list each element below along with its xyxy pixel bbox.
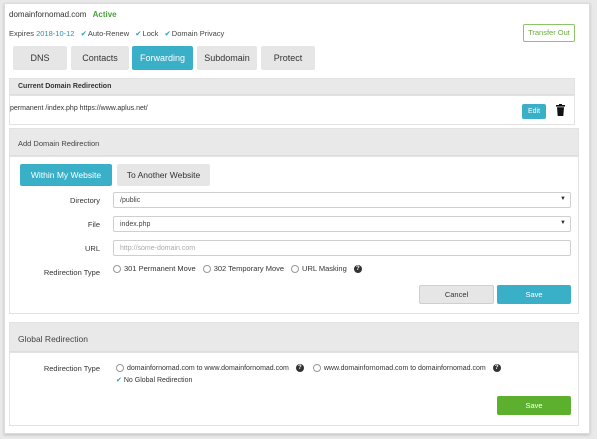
check-icon: ✔ — [116, 377, 122, 384]
help-icon[interactable]: ? — [353, 264, 362, 273]
no-global-redirection-label: No Global Redirection — [123, 377, 193, 384]
directory-value: /public — [120, 197, 141, 204]
file-select[interactable]: index.php ▼ — [113, 216, 571, 232]
redirection-type-label: Redirection Type — [43, 268, 100, 277]
status-badge: Active — [92, 10, 117, 19]
radio-url-masking-label: URL Masking — [302, 264, 347, 273]
caret-down-icon: ▼ — [560, 220, 566, 226]
help-icon[interactable]: ? — [295, 364, 304, 372]
url-placeholder: http://some-domain.com — [120, 245, 196, 252]
edit-button[interactable]: Edit — [522, 104, 546, 119]
radio-302[interactable]: 302 Temporary Move — [202, 264, 285, 273]
current-redirection-header: Current Domain Redirection — [9, 78, 575, 95]
cancel-button[interactable]: Cancel — [419, 285, 494, 304]
help-icon[interactable]: ? — [492, 364, 501, 372]
domain-name: domainfornomad.com — [9, 10, 87, 19]
tab-forwarding[interactable]: Forwarding — [132, 46, 193, 70]
radio-circle[interactable] — [113, 264, 121, 273]
check-icon: ✔ — [80, 29, 87, 38]
domain-header: domainfornomad.com Active — [9, 10, 117, 19]
check-icon: ✔ — [135, 29, 142, 38]
expires-date: 2018-10-12 — [36, 29, 75, 38]
radio-301[interactable]: 301 Permanent Move — [113, 264, 196, 273]
global-save-button[interactable]: Save — [497, 396, 571, 415]
caret-down-icon: ▼ — [560, 196, 566, 202]
radio-circle[interactable] — [312, 364, 321, 372]
url-label: URL — [84, 244, 100, 253]
tab-contacts[interactable]: Contacts — [71, 46, 129, 70]
trash-icon[interactable] — [556, 104, 565, 116]
radio-301-label: 301 Permanent Move — [124, 264, 196, 273]
check-icon: ✔ — [164, 29, 171, 38]
radio-to-non-www[interactable]: www.domainfornomad.com to domainfornomad… — [312, 364, 486, 372]
radio-url-masking[interactable]: URL Masking — [291, 264, 347, 273]
radio-circle[interactable] — [116, 364, 124, 372]
auto-renew-label: Auto-Renew — [87, 29, 130, 38]
global-redirection-header: Global Redirection — [9, 322, 579, 352]
tab-subdomain[interactable]: Subdomain — [197, 46, 257, 70]
redirection-type-options: 301 Permanent Move 302 Temporary Move UR… — [113, 264, 362, 273]
add-redirection-header: Add Domain Redirection — [9, 128, 579, 156]
save-button[interactable]: Save — [497, 285, 571, 304]
tab-dns[interactable]: DNS — [13, 46, 67, 70]
file-value: index.php — [120, 221, 151, 228]
url-input[interactable]: http://some-domain.com — [113, 240, 571, 256]
global-options: domainfornomad.com to www.domainfornomad… — [116, 364, 501, 372]
tab-within-my-website[interactable]: Within My Website — [20, 164, 112, 186]
radio-to-www-label: domainfornomad.com to www.domainfornomad… — [127, 364, 289, 372]
radio-to-non-www-label: www.domainfornomad.com to domainfornomad… — [323, 364, 486, 372]
privacy-label: Domain Privacy — [171, 29, 225, 38]
radio-to-www[interactable]: domainfornomad.com to www.domainfornomad… — [116, 364, 289, 372]
tab-to-another-website[interactable]: To Another Website — [117, 164, 210, 186]
lock-label: Lock — [142, 29, 159, 38]
tab-protect[interactable]: Protect — [261, 46, 315, 70]
transfer-out-button[interactable]: Transfer Out — [523, 24, 575, 42]
current-redirection-entry: permanent /index.php https://www.aplus.n… — [10, 105, 148, 112]
expires-label: Expires — [9, 29, 35, 38]
radio-circle[interactable] — [291, 264, 300, 273]
radio-circle[interactable] — [202, 264, 211, 273]
radio-302-label: 302 Temporary Move — [213, 264, 285, 273]
domain-meta: Expires 2018-10-12 ✔Auto-Renew ✔Lock ✔Do… — [9, 29, 224, 38]
global-selected[interactable]: ✔ No Global Redirection — [116, 376, 192, 384]
global-type-label: Redirection Type — [43, 364, 100, 373]
directory-select[interactable]: /public ▼ — [113, 192, 571, 208]
file-label: File — [87, 220, 100, 229]
directory-label: Directory — [69, 196, 100, 205]
